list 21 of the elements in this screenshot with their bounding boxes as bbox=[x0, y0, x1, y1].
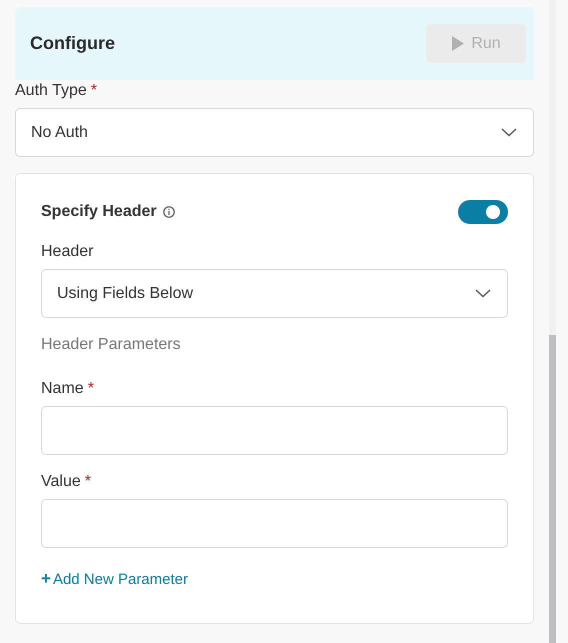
field-label: Auth Type bbox=[15, 82, 87, 100]
input-field[interactable] bbox=[41, 499, 508, 548]
chevron-down-icon bbox=[501, 128, 517, 137]
panel-title: Configure bbox=[30, 33, 115, 54]
field-label: Header bbox=[41, 243, 94, 261]
required-asterisk: * bbox=[88, 380, 94, 398]
add-parameter-link[interactable]: +Add New Parameter bbox=[41, 569, 188, 589]
chevron-down-icon bbox=[475, 289, 491, 298]
required-asterisk: * bbox=[84, 473, 91, 491]
field-label: Name bbox=[41, 380, 84, 398]
input-field[interactable] bbox=[41, 406, 508, 455]
play-icon bbox=[451, 35, 466, 52]
dropdown[interactable]: Using Fields Below bbox=[41, 269, 508, 318]
field-label: Value bbox=[41, 473, 81, 491]
section-title: Specify Header bbox=[41, 203, 157, 221]
required-asterisk: * bbox=[90, 82, 97, 100]
scrollbar-thumb[interactable] bbox=[549, 335, 556, 643]
toggle-switch[interactable] bbox=[458, 200, 508, 224]
section-label: Header Parameters bbox=[41, 336, 182, 354]
info-icon bbox=[162, 206, 175, 218]
dropdown[interactable]: No Auth bbox=[15, 108, 534, 157]
